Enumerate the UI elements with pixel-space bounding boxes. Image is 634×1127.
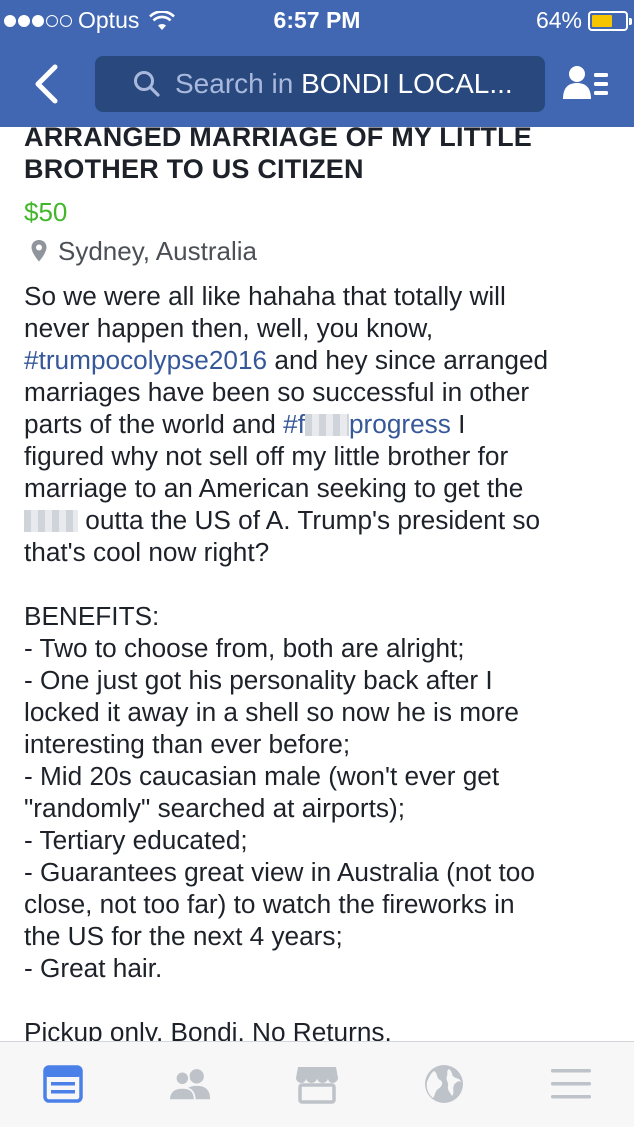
benefit-line: locked it away in a shell so now he is m… (24, 697, 519, 727)
friend-requests-button[interactable] (560, 60, 612, 106)
search-field-text: Search in BONDI LOCAL... (175, 68, 513, 100)
listing-description: So we were all like hahaha that totally … (24, 280, 614, 1048)
benefits-heading: BENEFITS: (24, 601, 160, 631)
battery-level-fill (592, 14, 612, 27)
description-line: marriage to an American seeking to get t… (24, 473, 524, 503)
benefit-line: close, not too far) to watch the firewor… (24, 889, 515, 919)
description-line: never happen then, well, you know, (24, 313, 434, 343)
description-line: parts of the world and #f progress I (24, 409, 466, 439)
tab-news-feed[interactable] (41, 1062, 85, 1106)
listing-title: ARRANGED MARRIAGE OF MY LITTLE BROTHER T… (24, 121, 614, 185)
search-icon (134, 71, 160, 97)
marketplace-icon (296, 1067, 338, 1104)
hashtag-link[interactable]: #trumpocolypse2016 (24, 345, 267, 375)
description-line: outta the US of A. Trump's president so (24, 504, 614, 536)
chevron-left-icon (35, 64, 58, 104)
benefit-line: - Tertiary educated; (24, 825, 248, 855)
benefit-line: - Two to choose from, both are alright; (24, 633, 465, 663)
friends-icon (168, 1069, 211, 1102)
description-line: figured why not sell off my little broth… (24, 441, 509, 471)
description-line: that's cool now right? (24, 537, 270, 567)
benefit-line: the US for the next 4 years; (24, 921, 343, 951)
friend-requests-icon (563, 66, 608, 99)
description-line: marriages have been so successful in oth… (24, 377, 530, 407)
search-group-name: BONDI LOCAL... (301, 68, 513, 99)
benefit-line: - Mid 20s caucasian male (won't ever get (24, 761, 500, 791)
benefit-line: - Great hair. (24, 953, 163, 983)
tab-notifications-globe[interactable] (422, 1062, 466, 1106)
tab-marketplace[interactable] (295, 1062, 339, 1106)
menu-icon (551, 1069, 591, 1099)
search-placeholder: Search in (175, 68, 302, 99)
news-feed-icon (43, 1065, 83, 1103)
benefit-line: - One just got his personality back afte… (24, 665, 493, 695)
battery-icon (588, 10, 632, 31)
hashtag-link[interactable]: #f progress (283, 409, 451, 439)
benefit-line: - Guarantees great view in Australia (no… (24, 857, 535, 887)
tab-friends[interactable] (168, 1062, 212, 1106)
listing-price: $50 (24, 197, 68, 227)
status-bar: Optus 6:57 PM 64% (0, 0, 634, 40)
location-text: Sydney, Australia (58, 236, 257, 266)
title-line: BROTHER TO US CITIZEN (24, 154, 364, 184)
title-line: ARRANGED MARRIAGE OF MY LITTLE (24, 122, 532, 152)
bottom-tab-bar (0, 1041, 634, 1127)
back-button[interactable] (26, 62, 66, 106)
censored-word (304, 414, 349, 436)
location-pin-icon (31, 240, 47, 262)
listing-content: ARRANGED MARRIAGE OF MY LITTLE BROTHER T… (24, 121, 614, 1048)
status-right: 64% (535, 7, 632, 34)
listing-location: Sydney, Australia (24, 234, 614, 268)
tab-menu[interactable] (549, 1062, 593, 1106)
censored-word (24, 510, 78, 532)
globe-icon (425, 1065, 463, 1103)
description-line: #trumpocolypse2016 and hey since arrange… (24, 345, 549, 375)
app-header: Optus 6:57 PM 64% Search in BONDI LOCAL.… (0, 0, 634, 127)
benefit-line: "randomly" searched at airports); (24, 793, 406, 823)
battery-percent: 64% (535, 7, 582, 33)
search-input[interactable]: Search in BONDI LOCAL... (95, 56, 545, 112)
description-line: So we were all like hahaha that totally … (24, 281, 506, 311)
benefit-line: interesting than ever before; (24, 729, 351, 759)
